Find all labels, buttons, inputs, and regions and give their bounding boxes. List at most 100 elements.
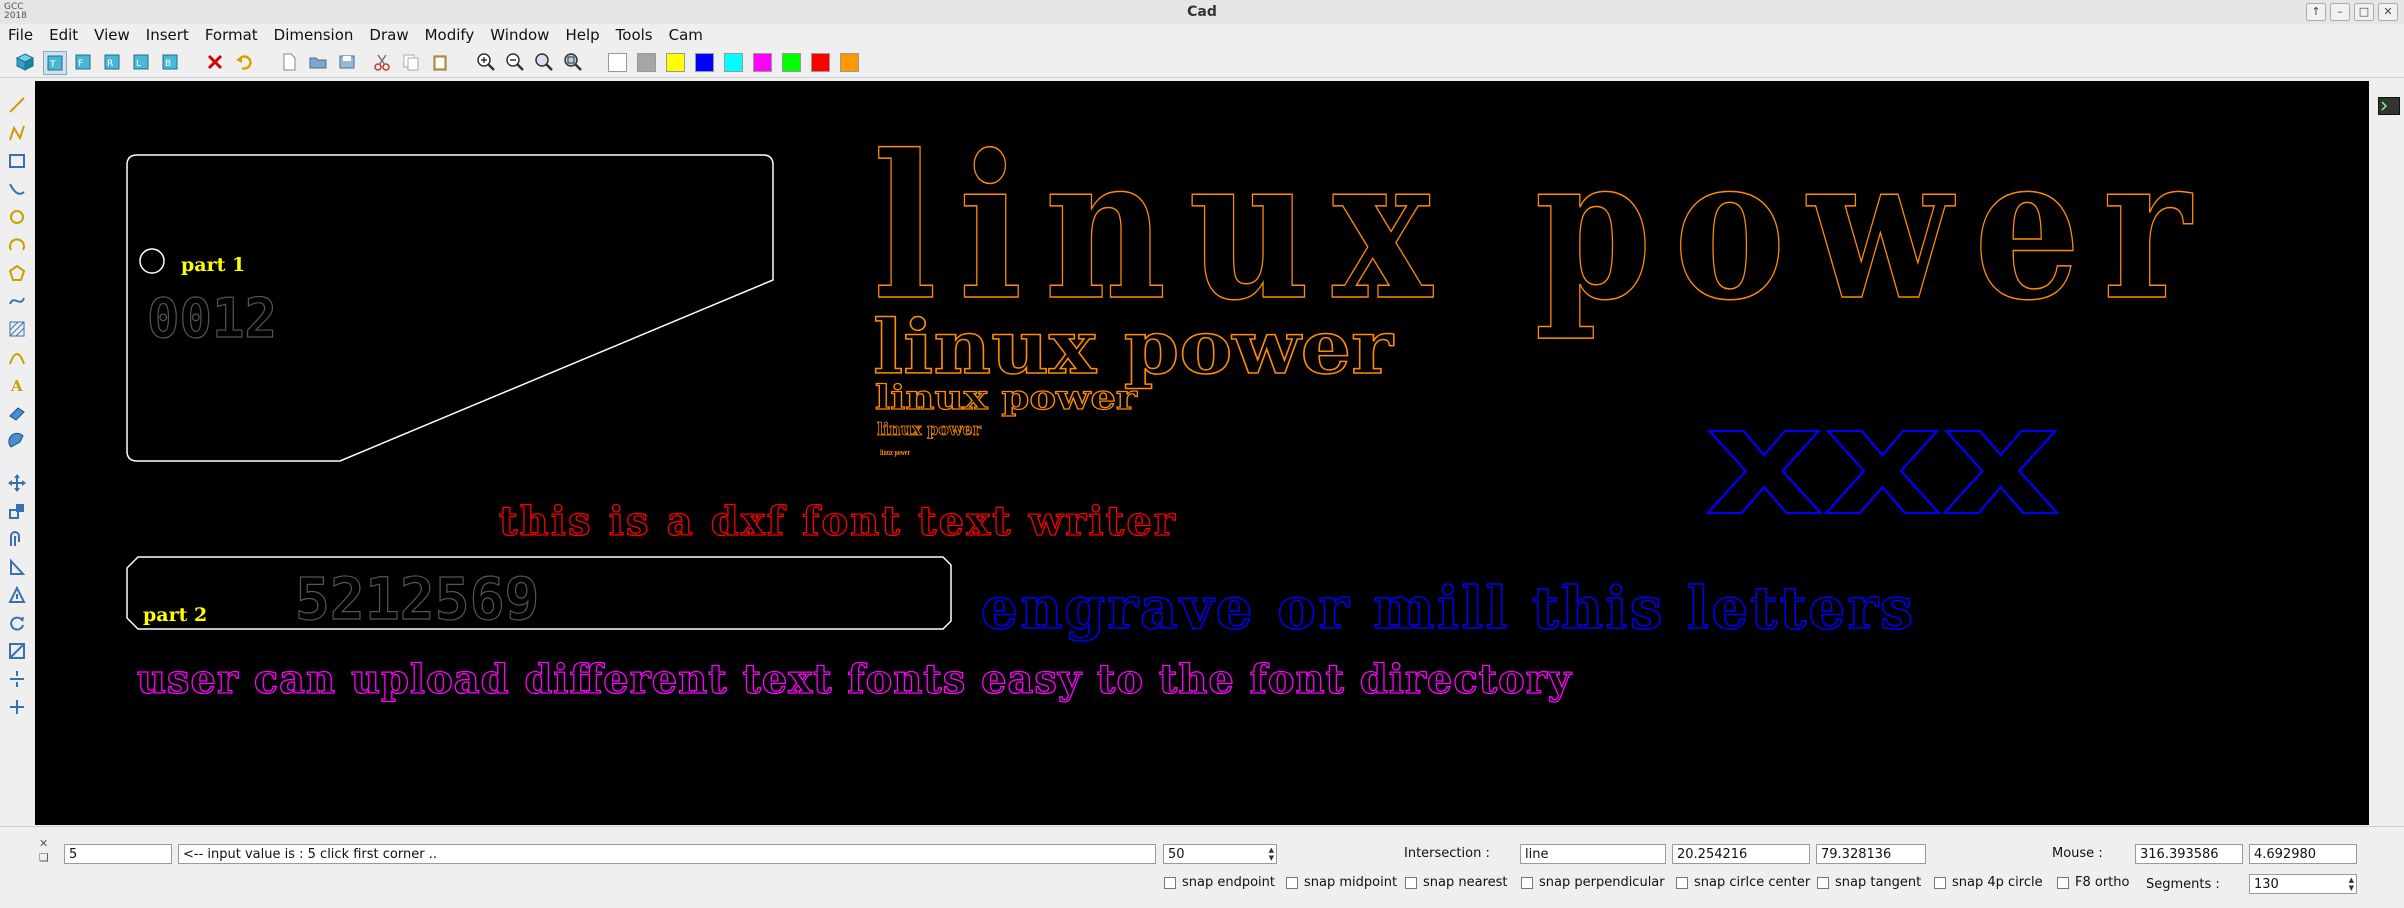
mouse-x-field[interactable] xyxy=(2135,844,2243,864)
tool-curve-icon[interactable] xyxy=(6,346,28,368)
menu-insert[interactable]: Insert xyxy=(138,24,197,46)
tool-polygon-icon[interactable] xyxy=(6,262,28,284)
drawing-canvas[interactable]: part 1 0012 part 2 5212569 linux power l… xyxy=(35,81,2369,825)
circle-icon xyxy=(10,210,24,224)
checkbox-box[interactable] xyxy=(1676,876,1688,889)
zoom-extents-icon[interactable] xyxy=(562,51,584,73)
view-left-icon[interactable]: L xyxy=(130,51,152,73)
part1-number: 0012 xyxy=(147,287,277,350)
copy-icon[interactable] xyxy=(400,51,422,73)
menu-edit[interactable]: Edit xyxy=(41,24,86,46)
color-magenta-swatch[interactable] xyxy=(753,53,772,72)
snap-circle-center-checkbox[interactable]: snap cirlce center xyxy=(1676,875,1810,890)
window-restore-button[interactable]: ↑ xyxy=(2306,3,2326,21)
color-yellow-swatch[interactable] xyxy=(666,53,685,72)
spin-arrows-icon[interactable]: ▲ ▼ xyxy=(2349,876,2354,892)
mouse-y-field[interactable] xyxy=(2249,844,2357,864)
color-cyan-swatch[interactable] xyxy=(724,53,743,72)
tool-divide-icon[interactable] xyxy=(6,668,28,690)
tool-spline-icon[interactable] xyxy=(6,290,28,312)
intersection-x-field[interactable] xyxy=(1672,844,1810,864)
color-green-swatch[interactable] xyxy=(782,53,801,72)
snap-midpoint-checkbox[interactable]: snap midpoint xyxy=(1286,875,1397,890)
new-file-icon[interactable] xyxy=(278,51,300,73)
menu-draw[interactable]: Draw xyxy=(361,24,416,46)
save-file-icon[interactable] xyxy=(336,51,358,73)
checkbox-box[interactable] xyxy=(1521,876,1533,889)
undo-icon[interactable] xyxy=(233,51,255,73)
command-message-field[interactable] xyxy=(178,844,1156,864)
view-right-icon[interactable]: R xyxy=(101,51,123,73)
menu-bar: File Edit View Insert Format Dimension D… xyxy=(0,24,2404,46)
paste-icon[interactable] xyxy=(429,51,451,73)
color-blue-swatch[interactable] xyxy=(695,53,714,72)
window-maximize-button[interactable]: □ xyxy=(2354,3,2374,21)
tool-hatch-icon[interactable] xyxy=(6,318,28,340)
tool-polyline-icon[interactable] xyxy=(6,122,28,144)
spin-arrows-icon[interactable]: ▲ ▼ xyxy=(1269,846,1274,862)
tool-move-icon[interactable] xyxy=(6,472,28,494)
delete-icon[interactable] xyxy=(204,51,226,73)
tool-text-icon[interactable]: A xyxy=(6,374,28,396)
cut-icon[interactable] xyxy=(371,51,393,73)
menu-window[interactable]: Window xyxy=(482,24,557,46)
tool-rectangle-icon[interactable] xyxy=(6,150,28,172)
tool-bezier-icon[interactable] xyxy=(6,178,28,200)
view-bottom-icon[interactable]: B xyxy=(159,51,181,73)
snap-nearest-checkbox[interactable]: snap nearest xyxy=(1405,875,1508,890)
zoom-out-icon[interactable] xyxy=(504,51,526,73)
view-front-icon[interactable]: F xyxy=(72,51,94,73)
checkbox-box[interactable] xyxy=(1405,876,1417,889)
open-file-icon[interactable] xyxy=(307,51,329,73)
tool-scale-icon[interactable] xyxy=(6,584,28,606)
f8-ortho-checkbox[interactable]: F8 ortho xyxy=(2057,875,2129,890)
view-3d-cube-icon[interactable] xyxy=(14,51,36,73)
segments-spinbox[interactable]: 130 ▲ ▼ xyxy=(2249,874,2357,894)
tool-line-icon[interactable] xyxy=(6,94,28,116)
color-orange-swatch[interactable] xyxy=(840,53,859,72)
tool-trim-icon[interactable] xyxy=(6,640,28,662)
zoom-window-icon[interactable] xyxy=(533,51,555,73)
window-minimize-button[interactable]: – xyxy=(2330,3,2350,21)
menu-view[interactable]: View xyxy=(86,24,138,46)
checkbox-box[interactable] xyxy=(1286,876,1298,889)
menu-file[interactable]: File xyxy=(0,24,41,46)
color-white-swatch[interactable] xyxy=(608,53,627,72)
close-panel-icon[interactable]: ✕ xyxy=(39,837,48,850)
zoom-in-icon[interactable] xyxy=(475,51,497,73)
snap-4p-circle-checkbox[interactable]: snap 4p circle xyxy=(1934,875,2043,890)
window-close-button[interactable]: ✕ xyxy=(2378,3,2398,21)
checkbox-box[interactable] xyxy=(1817,876,1829,889)
tool-extend-icon[interactable] xyxy=(6,696,28,718)
tool-offset-icon[interactable] xyxy=(6,528,28,550)
intersection-type-field[interactable] xyxy=(1520,844,1666,864)
menu-tools[interactable]: Tools xyxy=(608,24,661,46)
tool-circle-icon[interactable] xyxy=(6,206,28,228)
snap-perpendicular-checkbox[interactable]: snap perpendicular xyxy=(1521,875,1665,890)
color-red-swatch[interactable] xyxy=(811,53,830,72)
snap-tangent-checkbox[interactable]: snap tangent xyxy=(1817,875,1921,890)
tool-extrude-icon[interactable] xyxy=(6,402,28,424)
tool-copy-icon[interactable] xyxy=(6,500,28,522)
menu-help[interactable]: Help xyxy=(557,24,607,46)
tool-mirror-icon[interactable] xyxy=(6,556,28,578)
menu-format[interactable]: Format xyxy=(197,24,266,46)
float-panel-icon[interactable]: ❏ xyxy=(39,851,49,864)
tool-rotate-icon[interactable] xyxy=(6,612,28,634)
menu-cam[interactable]: Cam xyxy=(661,24,711,46)
red-x-icon xyxy=(207,54,223,70)
tool-revolve-icon[interactable] xyxy=(6,430,28,452)
color-gray-swatch[interactable] xyxy=(637,53,656,72)
menu-dimension[interactable]: Dimension xyxy=(266,24,362,46)
menu-modify[interactable]: Modify xyxy=(417,24,483,46)
checkbox-box[interactable] xyxy=(2057,876,2069,889)
tool-arc-icon[interactable] xyxy=(6,234,28,256)
view-top-icon[interactable]: T xyxy=(43,51,67,75)
command-value-input[interactable] xyxy=(64,844,172,864)
step-spinbox[interactable]: 50 ▲ ▼ xyxy=(1163,844,1277,864)
snap-endpoint-checkbox[interactable]: snap endpoint xyxy=(1164,875,1275,890)
intersection-y-field[interactable] xyxy=(1816,844,1926,864)
checkbox-box[interactable] xyxy=(1934,876,1946,889)
terminal-icon[interactable] xyxy=(2378,97,2400,115)
checkbox-box[interactable] xyxy=(1164,876,1176,889)
